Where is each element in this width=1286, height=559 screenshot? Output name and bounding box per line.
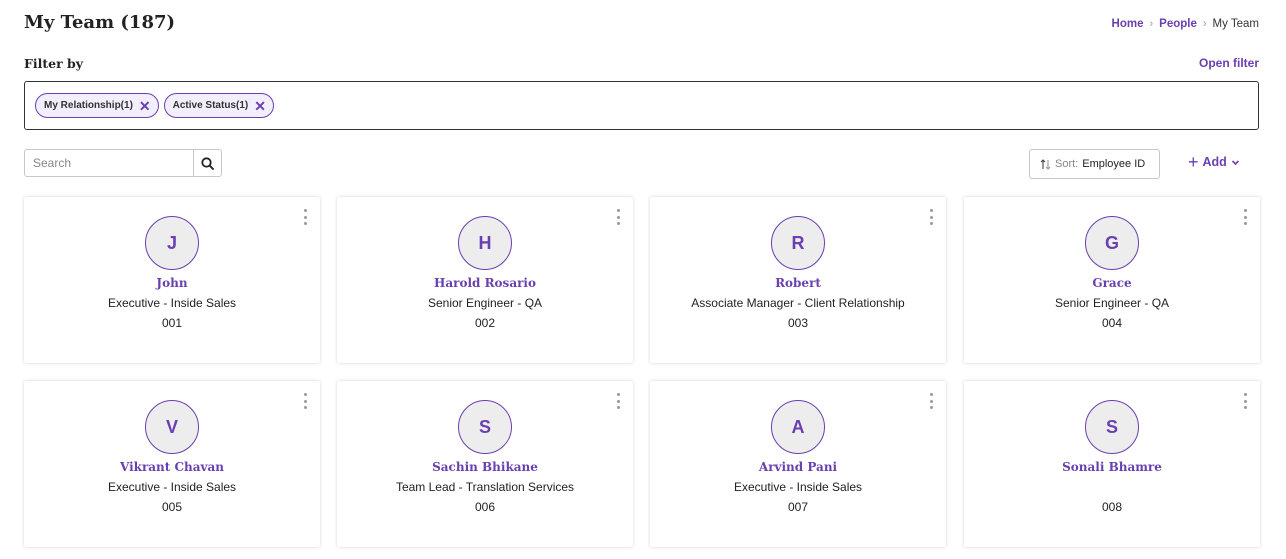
- chevron-right-icon: ›: [1202, 18, 1207, 30]
- breadcrumb-home-link[interactable]: Home: [1112, 18, 1144, 30]
- chevron-right-icon: ›: [1149, 18, 1154, 30]
- avatar: J: [145, 216, 199, 270]
- more-options-icon[interactable]: [1242, 393, 1248, 409]
- add-label: Add: [1202, 155, 1227, 169]
- breadcrumb-people-link[interactable]: People: [1159, 18, 1197, 30]
- employee-card[interactable]: G Grace Senior Engineer - QA 004: [964, 197, 1260, 363]
- close-icon[interactable]: ✕: [139, 99, 151, 113]
- more-options-icon[interactable]: [928, 393, 934, 409]
- employee-card[interactable]: H Harold Rosario Senior Engineer - QA 00…: [337, 197, 633, 363]
- employee-role: Executive - Inside Sales: [107, 480, 237, 494]
- employee-id: 005: [161, 500, 183, 514]
- plus-icon: +: [1188, 152, 1199, 172]
- employee-role: Senior Engineer - QA: [1054, 296, 1170, 310]
- employee-card[interactable]: S Sachin Bhikane Team Lead - Translation…: [337, 381, 633, 547]
- employee-id: 008: [1101, 500, 1123, 514]
- avatar: A: [771, 400, 825, 454]
- employee-card[interactable]: J John Executive - Inside Sales 001: [24, 197, 320, 363]
- search-input[interactable]: [25, 150, 193, 176]
- employee-name[interactable]: Sonali Bhamre: [964, 460, 1260, 474]
- avatar: S: [458, 400, 512, 454]
- search-button[interactable]: [193, 150, 221, 176]
- breadcrumb: Home › People › My Team: [1112, 18, 1259, 30]
- filter-chip-container: My Relationship(1) ✕ Active Status(1) ✕: [24, 81, 1259, 130]
- chevron-down-icon: [1231, 159, 1239, 165]
- avatar: V: [145, 400, 199, 454]
- employee-id: 007: [787, 500, 809, 514]
- employee-name[interactable]: Harold Rosario: [337, 276, 633, 290]
- employee-card[interactable]: R Robert Associate Manager - Client Rela…: [650, 197, 946, 363]
- search-box: [24, 149, 222, 177]
- sort-icon: [1040, 158, 1051, 170]
- employee-card[interactable]: A Arvind Pani Executive - Inside Sales 0…: [650, 381, 946, 547]
- sort-label: Sort:: [1055, 158, 1079, 170]
- employee-card[interactable]: S Sonali Bhamre 008: [964, 381, 1260, 547]
- employee-name[interactable]: John: [24, 276, 320, 290]
- more-options-icon[interactable]: [928, 209, 934, 225]
- employee-role: Associate Manager - Client Relationship: [691, 296, 905, 310]
- more-options-icon[interactable]: [1242, 209, 1248, 225]
- employee-role: Team Lead - Translation Services: [395, 480, 575, 494]
- more-options-icon[interactable]: [302, 393, 308, 409]
- search-icon: [201, 156, 214, 170]
- employee-role: Senior Engineer - QA: [427, 296, 543, 310]
- sort-button[interactable]: Sort: Employee ID: [1029, 149, 1160, 179]
- more-options-icon[interactable]: [615, 209, 621, 225]
- avatar: R: [771, 216, 825, 270]
- employee-id: 004: [1101, 316, 1123, 330]
- open-filter-link[interactable]: Open filter: [1199, 56, 1259, 70]
- employee-id: 002: [474, 316, 496, 330]
- employee-id: 001: [161, 316, 183, 330]
- employee-name[interactable]: Arvind Pani: [650, 460, 946, 474]
- filter-chip-label: Active Status(1): [172, 100, 249, 111]
- avatar: G: [1085, 216, 1139, 270]
- avatar: S: [1085, 400, 1139, 454]
- employee-card[interactable]: V Vikrant Chavan Executive - Inside Sale…: [24, 381, 320, 547]
- sort-value: Employee ID: [1082, 158, 1146, 170]
- employee-name[interactable]: Grace: [964, 276, 1260, 290]
- more-options-icon[interactable]: [302, 209, 308, 225]
- avatar: H: [458, 216, 512, 270]
- filter-label: Filter by: [24, 56, 84, 71]
- close-icon[interactable]: ✕: [254, 99, 266, 113]
- employee-name[interactable]: Sachin Bhikane: [337, 460, 633, 474]
- add-button[interactable]: + Add: [1188, 153, 1240, 171]
- filter-chip-active-status: Active Status(1) ✕: [163, 93, 274, 118]
- filter-chip-my-relationship: My Relationship(1) ✕: [35, 93, 159, 118]
- employee-name[interactable]: Robert: [650, 276, 946, 290]
- employee-id: 006: [474, 500, 496, 514]
- page-title: My Team (187): [24, 12, 176, 33]
- breadcrumb-current: My Team: [1212, 18, 1259, 30]
- employee-role: Executive - Inside Sales: [733, 480, 863, 494]
- employee-name[interactable]: Vikrant Chavan: [24, 460, 320, 474]
- filter-chip-label: My Relationship(1): [44, 100, 133, 111]
- more-options-icon[interactable]: [615, 393, 621, 409]
- employee-id: 003: [787, 316, 809, 330]
- employee-role: Executive - Inside Sales: [107, 296, 237, 310]
